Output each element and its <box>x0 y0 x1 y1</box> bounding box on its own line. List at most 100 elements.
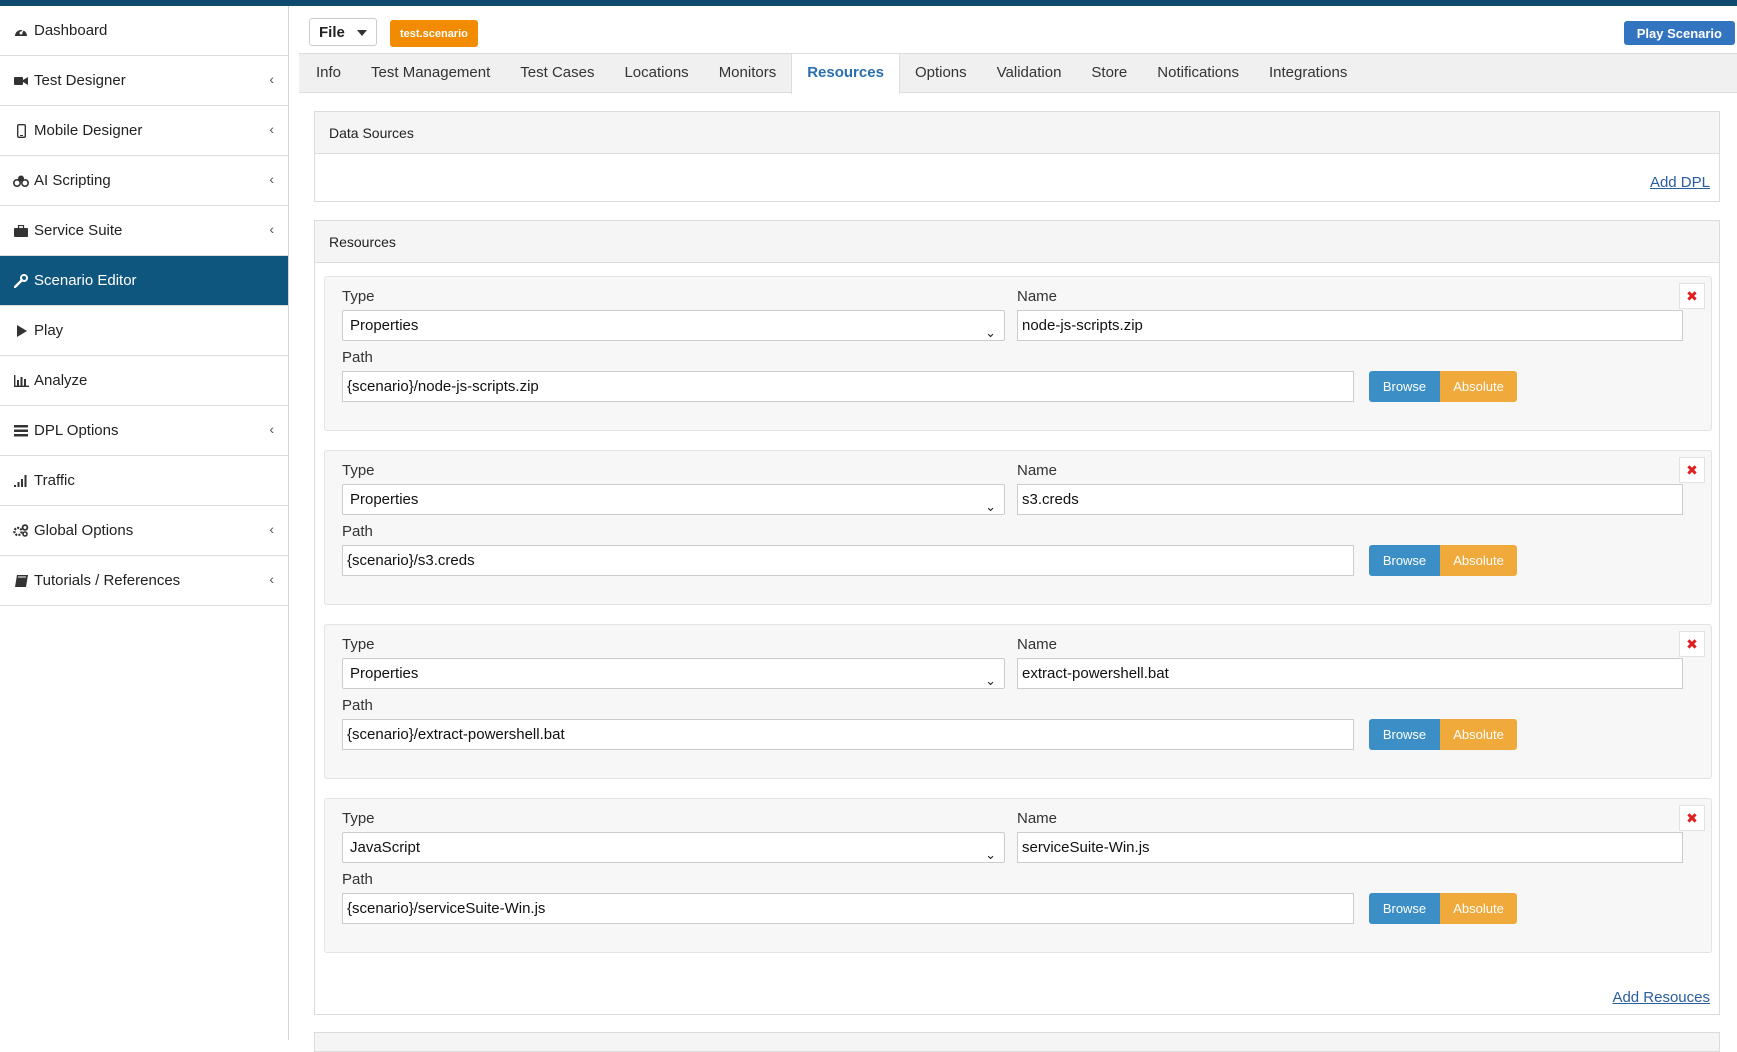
path-label: Path <box>342 349 373 366</box>
path-label: Path <box>342 523 373 540</box>
path-label: Path <box>342 871 373 888</box>
delete-resource-button[interactable]: ✖ <box>1679 631 1705 657</box>
tab-integrations[interactable]: Integrations <box>1254 54 1362 92</box>
absolute-button[interactable]: Absolute <box>1440 371 1517 402</box>
sidebar-item-dashboard[interactable]: Dashboard <box>0 6 288 56</box>
tab-monitors[interactable]: Monitors <box>704 54 792 92</box>
main-content: File test.scenario Play Scenario Info Te… <box>299 6 1737 1052</box>
mobile-icon <box>12 123 30 138</box>
sidebar-item-label: Dashboard <box>34 22 108 39</box>
name-label: Name <box>1017 810 1058 827</box>
chevron-down-icon: ⌄ <box>985 673 996 688</box>
list-icon <box>12 424 30 437</box>
name-label: Name <box>1017 288 1058 305</box>
sidebar-item-tutorials-references[interactable]: Tutorials / References ‹ <box>0 556 288 606</box>
delete-resource-button[interactable]: ✖ <box>1679 283 1705 309</box>
type-label: Type <box>342 636 375 653</box>
type-select[interactable]: Properties ⌄ <box>342 310 1005 341</box>
name-input[interactable]: extract-powershell.bat <box>1017 658 1683 689</box>
path-input[interactable]: {scenario}/s3.creds <box>342 545 1354 576</box>
type-select-value: Properties <box>350 665 419 682</box>
dashboard-icon <box>12 25 30 37</box>
tab-validation[interactable]: Validation <box>982 54 1077 92</box>
caret-down-icon <box>357 30 367 36</box>
file-menu-button[interactable]: File <box>309 18 377 46</box>
tab-store[interactable]: Store <box>1076 54 1142 92</box>
sidebar-item-play[interactable]: Play <box>0 306 288 356</box>
tab-info[interactable]: Info <box>301 54 356 92</box>
absolute-button[interactable]: Absolute <box>1440 545 1517 576</box>
type-select[interactable]: JavaScript ⌄ <box>342 832 1005 863</box>
sidebar-item-label: Tutorials / References <box>34 572 181 589</box>
path-input[interactable]: {scenario}/serviceSuite-Win.js <box>342 893 1354 924</box>
chevron-left-icon: ‹ <box>269 521 274 537</box>
sidebar-item-dpl-options[interactable]: DPL Options ‹ <box>0 406 288 456</box>
chevron-left-icon: ‹ <box>269 71 274 87</box>
type-select-value: JavaScript <box>350 839 421 856</box>
sidebar-item-traffic[interactable]: Traffic <box>0 456 288 506</box>
sidebar-item-label: AI Scripting <box>34 172 111 189</box>
type-select-value: Properties <box>350 491 419 508</box>
name-input[interactable]: node-js-scripts.zip <box>1017 310 1683 341</box>
play-scenario-button[interactable]: Play Scenario <box>1623 21 1735 45</box>
data-sources-title: Data Sources <box>315 112 1719 154</box>
delete-resource-button[interactable]: ✖ <box>1679 457 1705 483</box>
absolute-button[interactable]: Absolute <box>1440 719 1517 750</box>
path-input[interactable]: {scenario}/extract-powershell.bat <box>342 719 1354 750</box>
sidebar-item-test-designer[interactable]: Test Designer ‹ <box>0 56 288 106</box>
browse-button[interactable]: Browse <box>1369 371 1440 402</box>
sidebar-item-label: Service Suite <box>34 222 123 239</box>
sidebar-item-label: Traffic <box>34 472 75 489</box>
sidebar-item-mobile-designer[interactable]: Mobile Designer ‹ <box>0 106 288 156</box>
sidebar-item-analyze[interactable]: Analyze <box>0 356 288 406</box>
sidebar-item-label: Scenario Editor <box>34 272 137 289</box>
chevron-down-icon: ⌄ <box>985 325 996 340</box>
chevron-left-icon: ‹ <box>269 421 274 437</box>
type-select-value: Properties <box>350 317 419 334</box>
name-input[interactable]: serviceSuite-Win.js <box>1017 832 1683 863</box>
add-resources-link[interactable]: Add Resouces <box>1612 989 1710 1006</box>
sidebar-item-ai-scripting[interactable]: AI Scripting ‹ <box>0 156 288 206</box>
tab-options[interactable]: Options <box>900 54 982 92</box>
tab-test-cases[interactable]: Test Cases <box>505 54 609 92</box>
absolute-button[interactable]: Absolute <box>1440 893 1517 924</box>
data-sources-panel: Data Sources Add DPL <box>314 111 1720 202</box>
add-dpl-link[interactable]: Add DPL <box>1650 174 1710 191</box>
type-select[interactable]: Properties ⌄ <box>342 658 1005 689</box>
sidebar-item-label: DPL Options <box>34 422 119 439</box>
sidebar-item-global-options[interactable]: Global Options ‹ <box>0 506 288 556</box>
sidebar-item-label: Play <box>34 322 64 339</box>
type-label: Type <box>342 462 375 479</box>
delete-resource-button[interactable]: ✖ <box>1679 805 1705 831</box>
browse-button[interactable]: Browse <box>1369 545 1440 576</box>
chevron-left-icon: ‹ <box>269 221 274 237</box>
next-panel-edge <box>314 1032 1720 1052</box>
browse-button[interactable]: Browse <box>1369 893 1440 924</box>
robot-icon <box>12 175 30 187</box>
play-icon <box>12 324 30 337</box>
name-input[interactable]: s3.creds <box>1017 484 1683 515</box>
chevron-down-icon: ⌄ <box>985 499 996 514</box>
tab-resources[interactable]: Resources <box>791 54 900 94</box>
resources-title: Resources <box>315 221 1719 263</box>
tab-locations[interactable]: Locations <box>609 54 703 92</box>
sidebar-item-label: Global Options <box>34 522 134 539</box>
type-label: Type <box>342 288 375 305</box>
gears-icon <box>12 524 30 537</box>
briefcase-icon <box>12 224 30 237</box>
resource-card: Type Name ✖ Properties ⌄ s3.creds Path {… <box>324 450 1712 605</box>
sidebar-item-label: Analyze <box>34 372 88 389</box>
path-input[interactable]: {scenario}/node-js-scripts.zip <box>342 371 1354 402</box>
sidebar-item-label: Mobile Designer <box>34 122 143 139</box>
chevron-left-icon: ‹ <box>269 571 274 587</box>
chevron-down-icon: ⌄ <box>985 847 996 862</box>
tab-test-management[interactable]: Test Management <box>356 54 505 92</box>
browse-button[interactable]: Browse <box>1369 719 1440 750</box>
sidebar-item-service-suite[interactable]: Service Suite ‹ <box>0 206 288 256</box>
signal-icon <box>12 474 30 487</box>
bar-chart-icon <box>12 374 30 387</box>
sidebar-item-scenario-editor[interactable]: Scenario Editor <box>0 256 288 306</box>
tab-notifications[interactable]: Notifications <box>1142 54 1254 92</box>
type-select[interactable]: Properties ⌄ <box>342 484 1005 515</box>
type-label: Type <box>342 810 375 827</box>
